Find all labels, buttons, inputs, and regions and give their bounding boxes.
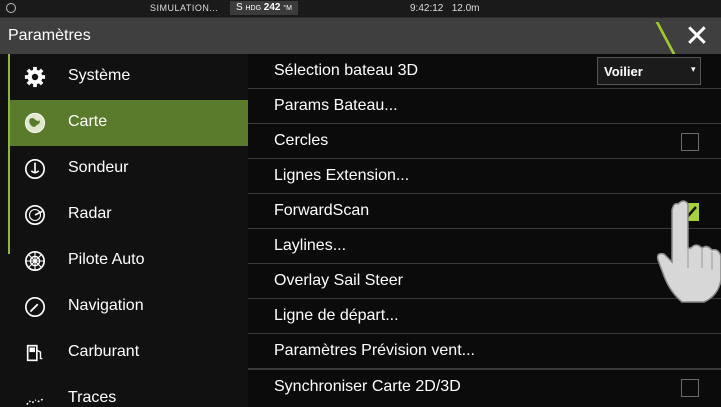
row-overlay-sail-steer[interactable]: Overlay Sail Steer — [248, 264, 721, 299]
heading-label: HDG — [245, 5, 262, 12]
row-label: Ligne de départ... — [274, 307, 399, 324]
chevron-down-icon: ▾ — [691, 64, 696, 74]
row-params-bateau[interactable]: Params Bateau... — [248, 89, 721, 124]
time-value: 9:42:12 — [410, 3, 444, 14]
sidebar-item-traces[interactable]: Traces — [10, 376, 248, 407]
row-label: Overlay Sail Steer — [274, 272, 403, 289]
row-forwardscan[interactable]: ForwardScan — [248, 194, 721, 229]
heading-prefix: S — [236, 2, 243, 13]
row-selection-bateau-3d[interactable]: Sélection bateau 3D Voilier ▾ — [248, 54, 721, 89]
chart-icon — [24, 112, 46, 134]
compass-icon — [25, 297, 45, 317]
title-accent — [655, 22, 676, 54]
sidebar: Système Carte Sondeur Radar Pilote Auto — [0, 54, 248, 407]
sidebar-item-label: Carburant — [68, 343, 140, 360]
row-laylines[interactable]: Laylines... — [248, 229, 721, 264]
cercles-checkbox[interactable] — [681, 133, 699, 151]
heading-unit: °M — [283, 5, 292, 12]
hand-pointer-icon — [656, 200, 721, 303]
heading-readout[interactable]: S HDG 242 °M — [230, 1, 298, 15]
sidebar-item-sondeur[interactable]: Sondeur — [10, 146, 248, 192]
close-button[interactable]: ✕ — [678, 21, 716, 53]
sidebar-item-label: Pilote Auto — [68, 251, 145, 268]
globe-icon — [6, 3, 16, 13]
sidebar-item-label: Carte — [68, 113, 108, 130]
gear-icon — [24, 66, 46, 88]
row-label: Params Bateau... — [274, 97, 398, 114]
row-ligne-depart[interactable]: Ligne de départ... — [248, 299, 721, 334]
status-bar: SIMULATION... S HDG 242 °M 9:42:12 12.0m — [0, 0, 721, 18]
row-label: Sélection bateau 3D — [274, 62, 419, 79]
sidebar-item-label: Navigation — [68, 297, 144, 314]
row-label: Cercles — [274, 132, 329, 149]
row-label: Laylines... — [274, 237, 347, 254]
sonar-icon — [25, 159, 45, 179]
sidebar-item-navigation[interactable]: Navigation — [10, 284, 248, 330]
fuel-icon — [26, 344, 43, 362]
tracks-icon — [26, 398, 44, 406]
simulation-label: SIMULATION... — [150, 3, 219, 13]
sidebar-item-label: Radar — [68, 205, 112, 222]
row-label: ForwardScan — [274, 202, 370, 219]
sidebar-item-label: Sondeur — [68, 159, 129, 176]
heading-value: 242 — [263, 2, 281, 13]
row-label: Synchroniser Carte 2D/3D — [274, 378, 461, 395]
title-bar: Paramètres ✕ — [0, 18, 721, 54]
boat-type-select[interactable]: Voilier ▾ — [597, 57, 701, 85]
time-depth-readout: 9:42:12 12.0m — [410, 3, 480, 14]
sidebar-item-carburant[interactable]: Carburant — [10, 330, 248, 376]
row-label: Paramètres Prévision vent... — [274, 342, 475, 359]
row-lignes-extension[interactable]: Lignes Extension... — [248, 159, 721, 194]
row-parametres-prevision-vent[interactable]: Paramètres Prévision vent... — [248, 334, 721, 369]
sidebar-item-radar[interactable]: Radar — [10, 192, 248, 238]
row-label: Lignes Extension... — [274, 167, 410, 184]
synchroniser-carte-checkbox[interactable] — [681, 379, 699, 397]
depth-value: 12.0m — [451, 3, 480, 14]
sidebar-item-label: Traces — [68, 389, 117, 406]
row-cercles[interactable]: Cercles — [248, 124, 721, 159]
sidebar-item-carte[interactable]: Carte — [10, 100, 248, 146]
select-value: Voilier — [604, 64, 643, 79]
radar-icon — [25, 205, 45, 225]
row-synchroniser-carte[interactable]: Synchroniser Carte 2D/3D — [248, 369, 721, 404]
page-title: Paramètres — [8, 27, 91, 44]
autopilot-icon — [25, 251, 45, 271]
sidebar-item-systeme[interactable]: Système — [10, 54, 248, 100]
sidebar-item-pilote-auto[interactable]: Pilote Auto — [10, 238, 248, 284]
settings-list: Sélection bateau 3D Voilier ▾ Params Bat… — [248, 54, 721, 407]
sidebar-item-label: Système — [68, 67, 131, 84]
